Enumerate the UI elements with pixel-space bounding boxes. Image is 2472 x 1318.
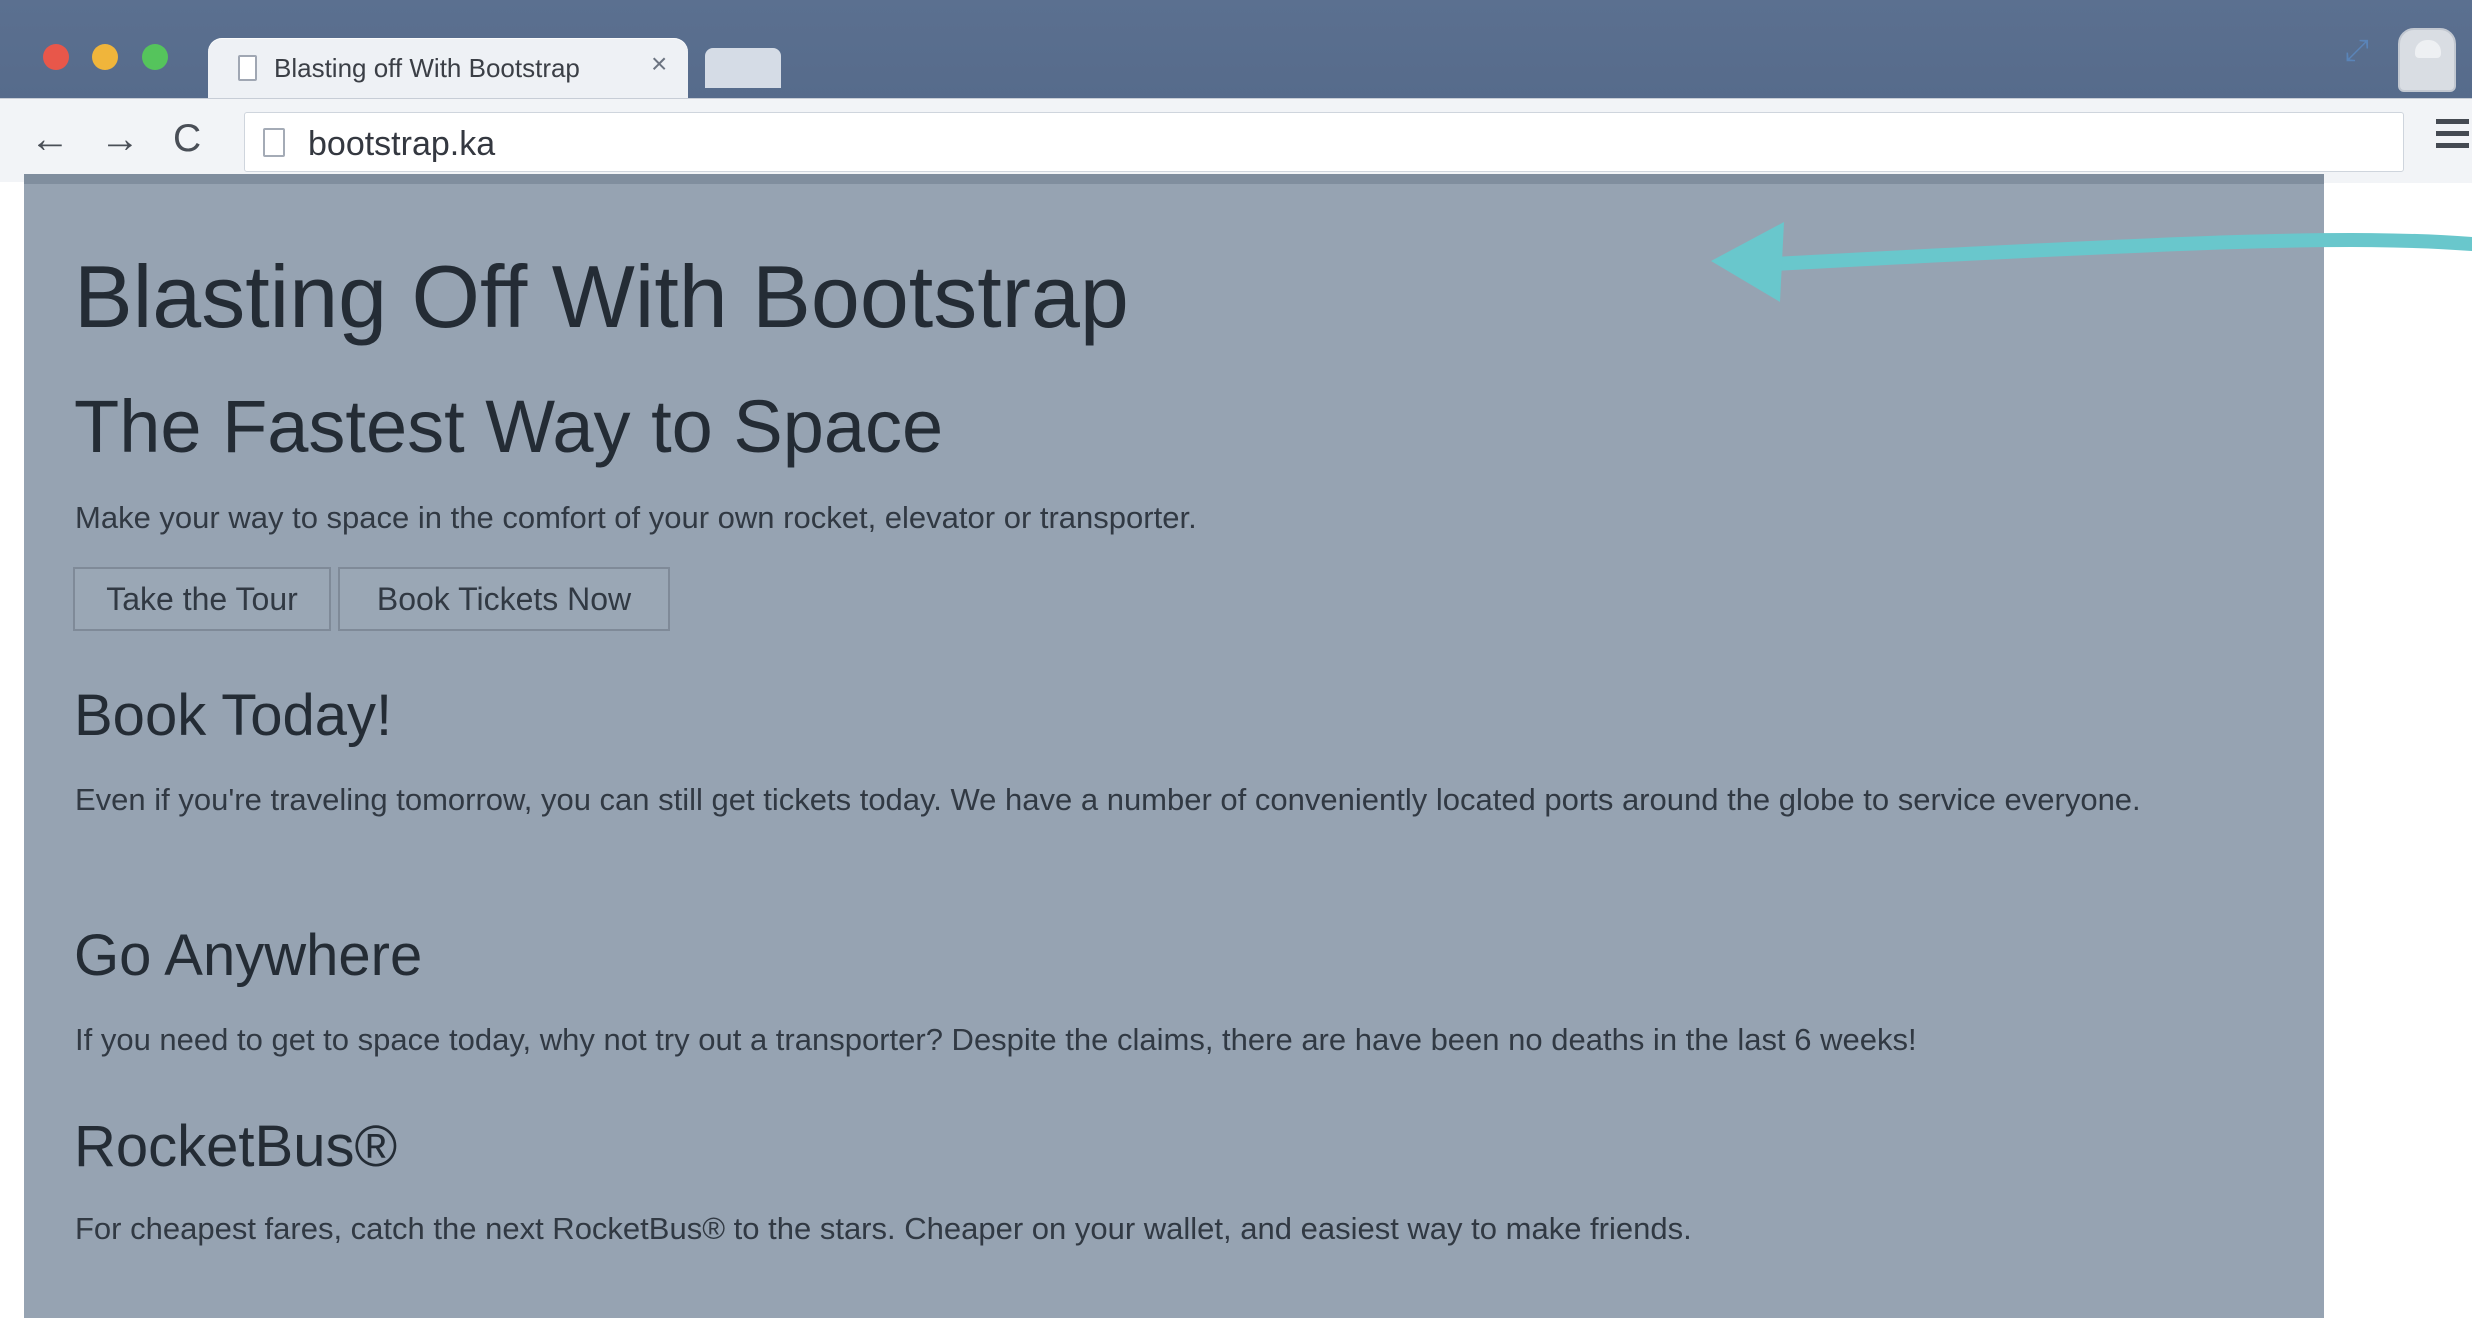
arrow-icon (1711, 222, 2472, 302)
address-bar[interactable]: bootstrap.ka (244, 112, 2404, 172)
take-the-tour-button[interactable]: Take the Tour (73, 567, 331, 631)
browser-toolbar: ← → C bootstrap.ka (0, 98, 2472, 183)
section-text-rocketbus: For cheapest fares, catch the next Rocke… (75, 1211, 1692, 1246)
reload-button[interactable]: C (173, 119, 201, 158)
address-url[interactable]: bootstrap.ka (308, 125, 495, 164)
forward-button[interactable]: → (100, 119, 140, 159)
page-left-margin (0, 182, 24, 1318)
fullscreen-icon[interactable]: ⤢ (2345, 34, 2369, 68)
back-button[interactable]: ← (30, 119, 70, 159)
section-text-book-today: Even if you're traveling tomorrow, you c… (75, 782, 2141, 817)
browser-titlebar: Blasting off With Bootstrap × ⤢ (0, 0, 2472, 100)
section-title-go-anywhere: Go Anywhere (74, 923, 423, 988)
page-title: Blasting Off With Bootstrap (74, 247, 1129, 346)
tab-title: Blasting off With Bootstrap (274, 53, 580, 83)
maximize-window-button[interactable] (142, 44, 168, 70)
active-browser-tab[interactable]: Blasting off With Bootstrap × (208, 38, 688, 100)
minimize-window-button[interactable] (92, 44, 118, 70)
section-text-go-anywhere: If you need to get to space today, why n… (75, 1022, 1917, 1057)
hero-subtitle: The Fastest Way to Space (74, 385, 944, 468)
page-icon (263, 128, 285, 157)
section-title-rocketbus: RocketBus® (74, 1114, 398, 1179)
new-tab-button[interactable] (705, 48, 781, 88)
hamburger-menu-icon[interactable] (2436, 119, 2469, 157)
section-title-book-today: Book Today! (74, 683, 393, 748)
close-tab-icon[interactable]: × (651, 48, 667, 80)
page-icon (238, 55, 257, 81)
browser-window: Blasting off With Bootstrap × ⤢ ← → C bo… (0, 0, 2472, 1318)
book-tickets-now-button[interactable]: Book Tickets Now (338, 567, 670, 631)
close-window-button[interactable] (43, 44, 69, 70)
hero-text: Make your way to space in the comfort of… (75, 500, 1197, 535)
user-avatar-icon[interactable] (2398, 28, 2456, 92)
